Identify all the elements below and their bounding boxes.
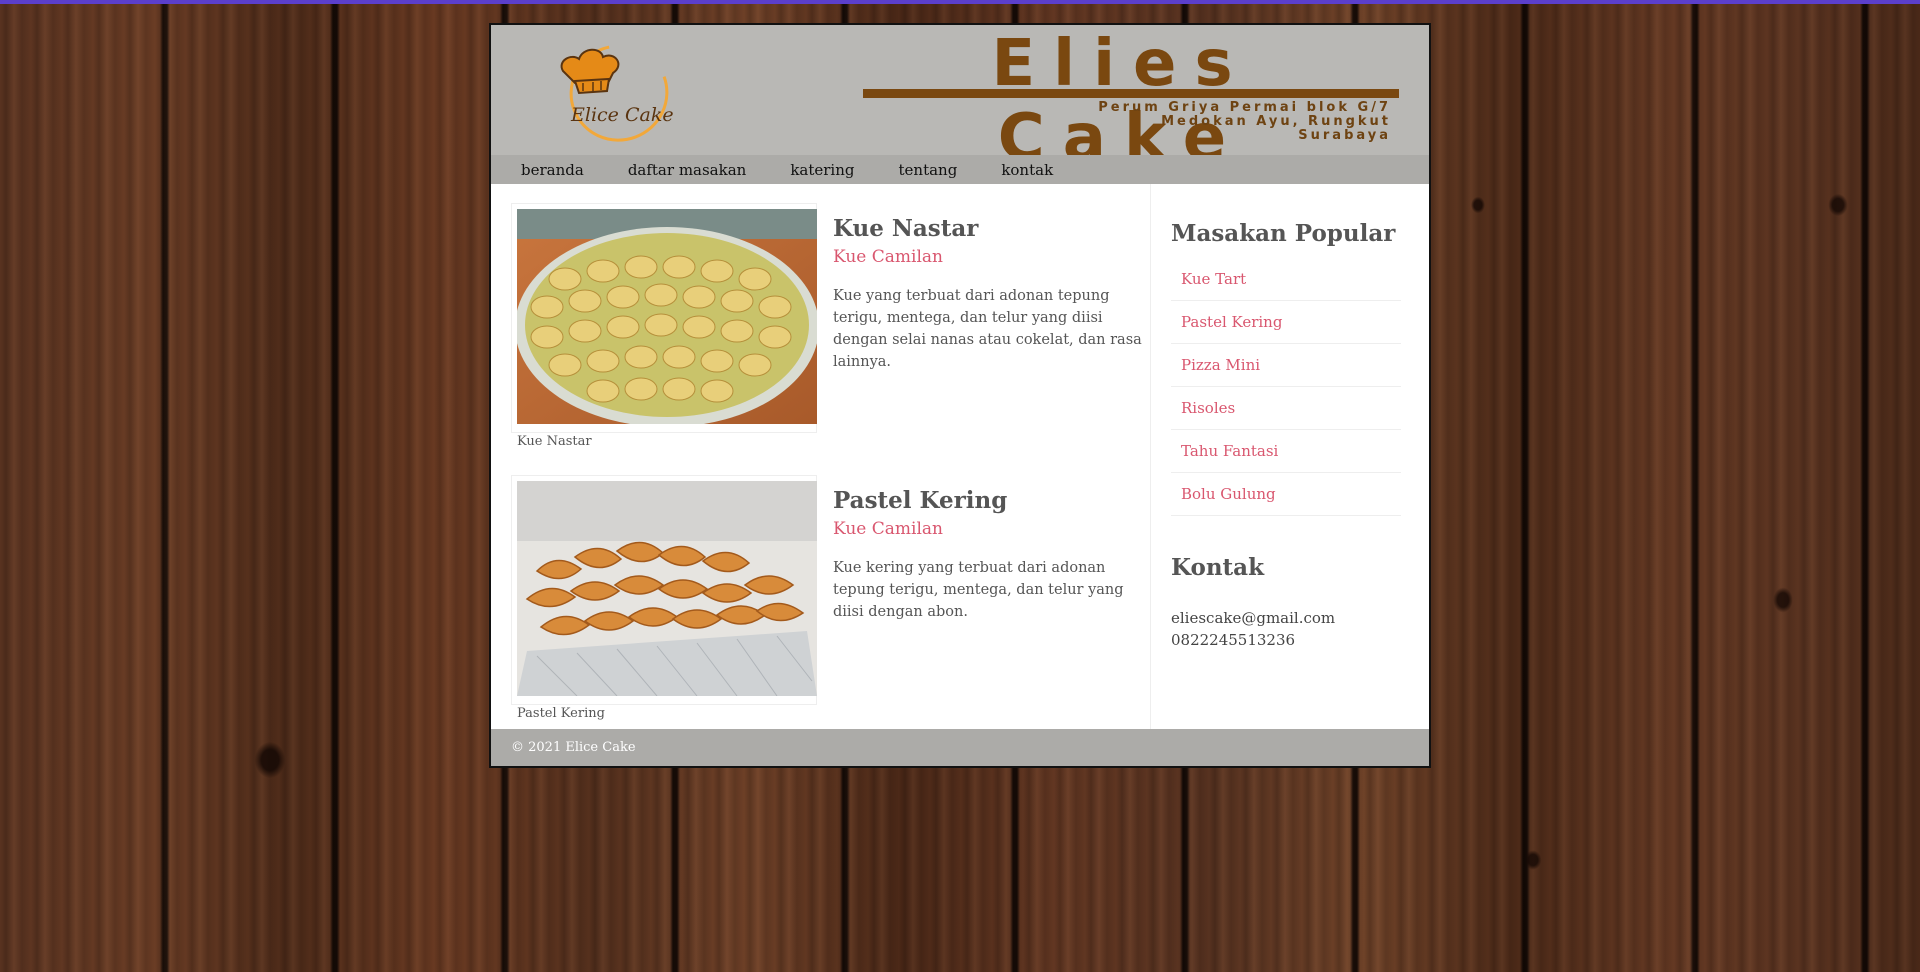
popular-link-pastel-kering[interactable]: Pastel Kering (1181, 313, 1282, 331)
post-title[interactable]: Pastel Kering (833, 487, 1007, 514)
popular-link-pizza-mini[interactable]: Pizza Mini (1181, 356, 1260, 374)
page-container: Elice Cake Elies Cake Perum Griya Permai… (489, 23, 1431, 768)
nav-tentang[interactable]: tentang (899, 161, 958, 179)
main-nav: beranda daftar masakan katering tentang … (491, 155, 1429, 184)
address-line-1: Perum Griya Permai blok G/7 (1098, 100, 1391, 115)
logo[interactable]: Elice Cake (549, 41, 679, 153)
brand-underline (863, 89, 1399, 98)
post-pastel-kering: Pastel Kering Pastel Kering Kue Camilan … (511, 475, 1151, 735)
list-item: Kue Tart (1171, 258, 1401, 301)
contact-phone: 0822245513236 (1171, 631, 1296, 649)
top-accent-line (0, 0, 1920, 4)
address-line-2: Medokan Ayu, Rungkut (1161, 114, 1391, 129)
post-kue-nastar: Kue Nastar Kue Nastar Kue Camilan Kue ya… (511, 203, 1151, 463)
kue-nastar-photo[interactable] (517, 209, 817, 424)
popular-link-kue-tart[interactable]: Kue Tart (1181, 270, 1246, 288)
post-caption: Pastel Kering (517, 706, 605, 721)
list-item: Pizza Mini (1171, 344, 1401, 387)
list-item: Bolu Gulung (1171, 473, 1401, 516)
contact-email[interactable]: eliescake@gmail.com (1171, 607, 1335, 629)
brand-address: Perum Griya Permai blok G/7 Medokan Ayu,… (911, 101, 1391, 143)
popular-heading: Masakan Popular (1171, 220, 1396, 247)
footer-copyright: © 2021 Elice Cake (511, 740, 636, 755)
column-divider (1150, 184, 1151, 729)
popular-link-tahu-fantasi[interactable]: Tahu Fantasi (1181, 442, 1278, 460)
popular-link-bolu-gulung[interactable]: Bolu Gulung (1181, 485, 1276, 503)
address-line-3: Surabaya (1298, 128, 1391, 143)
post-figure (511, 203, 817, 433)
post-caption: Kue Nastar (517, 434, 592, 449)
pastel-kering-photo[interactable] (517, 481, 817, 696)
post-title[interactable]: Kue Nastar (833, 215, 978, 242)
post-subtitle: Kue Camilan (833, 519, 943, 539)
post-figure (511, 475, 817, 705)
nav-kontak[interactable]: kontak (1001, 161, 1053, 179)
content-area: Kue Nastar Kue Nastar Kue Camilan Kue ya… (491, 184, 1429, 729)
site-header: Elice Cake Elies Cake Perum Griya Permai… (491, 25, 1429, 175)
post-description: Kue kering yang terbuat dari adonan tepu… (833, 560, 1124, 620)
popular-list: Kue Tart Pastel Kering Pizza Mini Risole… (1171, 258, 1401, 516)
contact-heading: Kontak (1171, 554, 1265, 581)
post-description: Kue yang terbuat dari adonan tepung teri… (833, 288, 1142, 370)
contact-info: eliescake@gmail.com 0822245513236 (1171, 607, 1335, 651)
logo-text: Elice Cake (570, 104, 674, 126)
nav-beranda[interactable]: beranda (521, 161, 584, 179)
nav-katering[interactable]: katering (790, 161, 854, 179)
nav-daftar-masakan[interactable]: daftar masakan (628, 161, 747, 179)
post-subtitle: Kue Camilan (833, 247, 943, 267)
list-item: Tahu Fantasi (1171, 430, 1401, 473)
list-item: Risoles (1171, 387, 1401, 430)
site-footer: © 2021 Elice Cake (491, 729, 1429, 766)
main-column: Kue Nastar Kue Nastar Kue Camilan Kue ya… (511, 184, 1151, 729)
popular-link-risoles[interactable]: Risoles (1181, 399, 1235, 417)
list-item: Pastel Kering (1171, 301, 1401, 344)
